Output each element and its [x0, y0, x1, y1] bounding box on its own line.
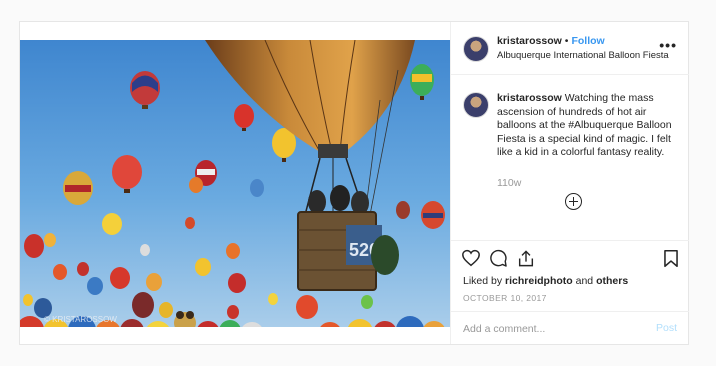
post-header: kristarossow • Follow Albuquerque Internat… [451, 22, 689, 75]
comment-input[interactable] [463, 321, 633, 337]
comment-icon[interactable] [489, 249, 508, 268]
instagram-post: 520 © KRISTAROSSOW kristarossow • Follow A… [19, 21, 689, 345]
add-comment-section: Post [451, 311, 689, 347]
liked-by-prefix: Liked by [463, 275, 506, 287]
photo-watermark: © KRISTAROSSOW [44, 315, 117, 324]
time-ago: 110w [497, 177, 522, 189]
liked-by-suffix: and [572, 275, 597, 287]
header-user-line: kristarossow • Follow [497, 35, 605, 47]
post-comment-button[interactable]: Post [656, 322, 677, 334]
post-side-panel: kristarossow • Follow Albuquerque Internat… [450, 22, 689, 344]
location-link[interactable]: Albuquerque International Balloon Fiesta [497, 50, 669, 61]
caption-username[interactable]: kristarossow [497, 92, 562, 104]
liked-by-others-link[interactable]: others [596, 275, 628, 287]
heart-icon[interactable] [461, 249, 481, 267]
balloon-fiesta-photo: 520 © KRISTAROSSOW [20, 40, 450, 327]
likes-summary: Liked by richreidphoto and others [463, 275, 628, 287]
caption: kristarossow Watching the mass ascension… [497, 92, 687, 160]
separator-dot: • [564, 35, 569, 47]
avatar[interactable] [463, 36, 489, 62]
share-icon[interactable] [517, 249, 535, 268]
caption-avatar[interactable] [463, 92, 489, 118]
post-date: OCTOBER 10, 2017 [463, 293, 547, 303]
load-more-icon[interactable] [565, 193, 582, 210]
more-options-icon[interactable]: ••• [659, 37, 677, 53]
follow-button[interactable]: Follow [571, 35, 604, 47]
liked-by-user-link[interactable]: richreidphoto [505, 275, 573, 287]
action-bar: Liked by richreidphoto and others OCTOBE… [451, 240, 689, 346]
username-link[interactable]: kristarossow [497, 35, 562, 47]
bookmark-icon[interactable] [663, 249, 679, 268]
post-photo[interactable]: 520 © KRISTAROSSOW [20, 40, 450, 327]
